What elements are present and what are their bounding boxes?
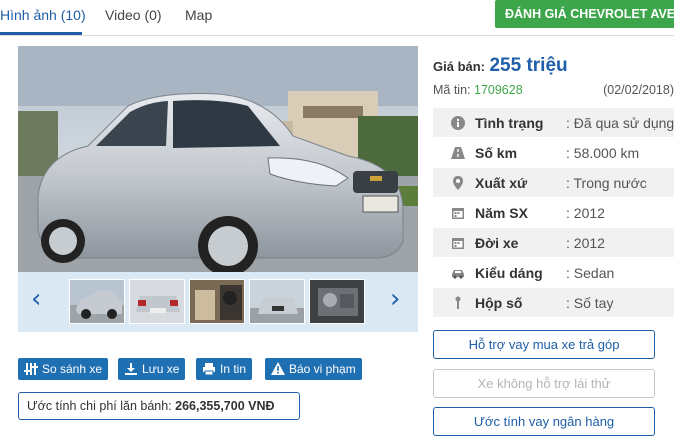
spec-key: Kiểu dáng — [475, 265, 543, 281]
compare-button[interactable]: So sánh xe — [18, 358, 109, 380]
spec-value: : 58.000 km — [566, 145, 640, 161]
price-value: 255 triệu — [489, 55, 568, 76]
thumbnail-2[interactable] — [129, 279, 185, 324]
warning-icon — [271, 362, 285, 375]
save-button[interactable]: Lưu xe — [118, 358, 186, 380]
listing-code-row: Mã tin: 1709628 (02/02/2018) — [433, 83, 674, 97]
map-pin-icon — [453, 176, 463, 190]
listing-code: 1709628 — [474, 83, 523, 97]
thumbnail-1[interactable] — [69, 279, 125, 324]
spec-row: Kiểu dáng : Sedan — [433, 258, 674, 288]
spec-key: Tình trạng — [475, 115, 544, 131]
report-label: Báo vi phạm — [289, 362, 356, 376]
spec-value: : Trong nước — [566, 175, 647, 191]
spec-row: Đời xe : 2012 — [433, 228, 674, 258]
download-icon — [125, 363, 137, 375]
chevron-right-icon[interactable]: › — [390, 284, 400, 314]
bank-loan-estimate-button[interactable]: Ước tính vay ngân hàng — [433, 407, 655, 436]
estimate-value: 266,355,700 VNĐ — [175, 399, 275, 413]
spec-table: Tình trạng : Đã qua sử dụng Số km : 58.0… — [433, 108, 674, 318]
spec-key: Năm SX — [475, 205, 528, 221]
estimate-label: Ước tính chi phí lăn bánh: — [27, 399, 172, 413]
spec-row: Số km : 58.000 km — [433, 138, 674, 168]
gear-shift-icon — [455, 296, 461, 309]
calendar-icon — [452, 208, 464, 219]
listing-date: (02/02/2018) — [603, 83, 674, 97]
test-drive-button: Xe không hỗ trợ lái thử — [433, 369, 655, 398]
spec-key: Số km — [475, 145, 518, 161]
spec-row: Hộp số : Số tay — [433, 288, 674, 318]
tab-images[interactable]: Hình ảnh (10) — [0, 7, 86, 23]
save-label: Lưu xe — [142, 362, 180, 376]
rolling-cost-estimate[interactable]: Ước tính chi phí lăn bánh: 266,355,700 V… — [18, 392, 300, 420]
main-car-photo[interactable] — [18, 46, 418, 272]
car-icon — [452, 270, 464, 279]
spec-value: : 2012 — [566, 235, 605, 251]
spec-row: Xuất xứ : Trong nước — [433, 168, 674, 198]
loan-support-button[interactable]: Hỗ trợ vay mua xe trả góp — [433, 330, 655, 359]
spec-key: Đời xe — [475, 235, 519, 251]
print-button[interactable]: In tin — [196, 358, 253, 380]
tab-map[interactable]: Map — [185, 7, 212, 23]
calendar-icon — [452, 238, 464, 249]
sliders-icon — [24, 363, 38, 375]
report-button[interactable]: Báo vi phạm — [265, 358, 362, 380]
spec-key: Xuất xứ — [475, 175, 528, 191]
review-car-button[interactable]: ĐÁNH GIÁ CHEVROLET AVEO — [495, 0, 674, 28]
spec-key: Hộp số — [475, 295, 523, 311]
spec-row: Năm SX : 2012 — [433, 198, 674, 228]
printer-icon — [203, 363, 215, 376]
spec-row: Tình trạng : Đã qua sử dụng — [433, 108, 674, 138]
tab-video[interactable]: Video (0) — [105, 7, 162, 23]
chevron-left-icon[interactable]: ‹ — [31, 284, 41, 314]
road-icon — [451, 147, 465, 159]
thumbnail-3[interactable] — [189, 279, 245, 324]
spec-value: : Số tay — [566, 295, 614, 311]
price-label: Giá bán: — [433, 59, 486, 74]
spec-value: : 2012 — [566, 205, 605, 221]
thumbnail-5[interactable] — [309, 279, 365, 324]
price-row: Giá bán: 255 triệu — [433, 55, 568, 77]
active-tab-indicator — [0, 32, 82, 35]
compare-label: So sánh xe — [42, 362, 103, 376]
thumbnail-strip: ‹ › — [18, 272, 418, 332]
thumbnail-4[interactable] — [249, 279, 305, 324]
print-label: In tin — [220, 362, 247, 376]
listing-code-label: Mã tin: — [433, 83, 471, 97]
spec-value: : Sedan — [566, 265, 615, 281]
info-icon — [451, 116, 465, 130]
spec-value: : Đã qua sử dụng — [566, 115, 674, 131]
